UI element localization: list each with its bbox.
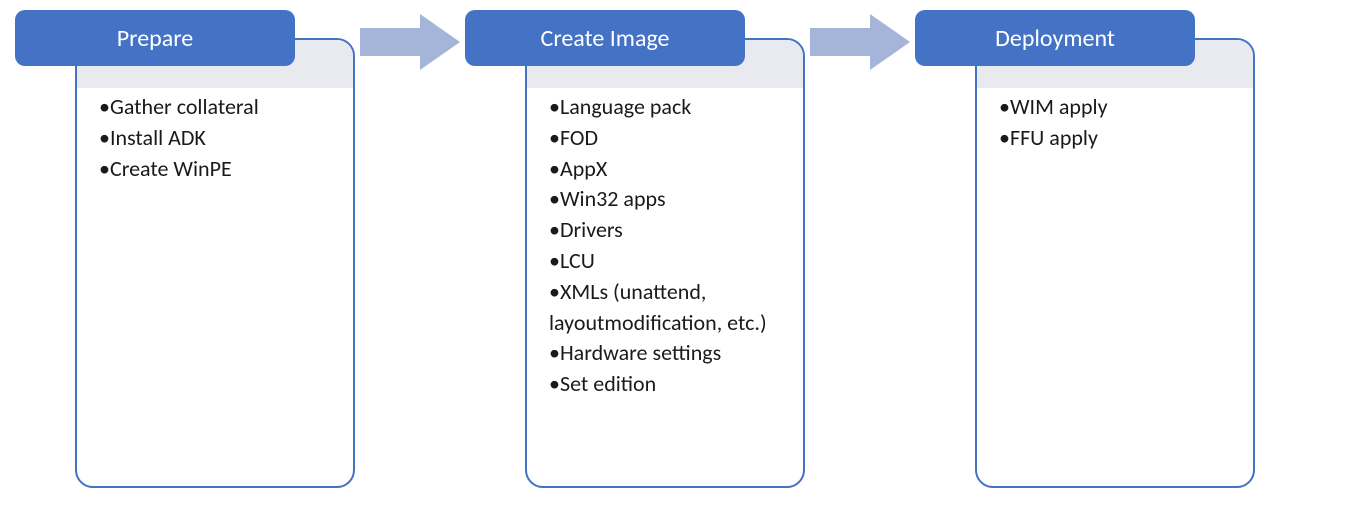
bullet-item: •FOD [549, 123, 793, 154]
bullet-item: •Install ADK [99, 123, 343, 154]
bullet-text: Set edition [560, 370, 656, 397]
arrow-icon [810, 14, 910, 70]
bullet-text: FOD [560, 124, 598, 151]
bullet-text: Hardware settings [560, 339, 721, 366]
bullet-item: •WIM apply [999, 92, 1243, 123]
bullet-item: •Gather collateral [99, 92, 343, 123]
bullet-text: FFU apply [1010, 124, 1098, 151]
bullet-item: •Create WinPE [99, 154, 343, 185]
bullet-item: •Hardware settings [549, 338, 793, 369]
bullet-item: •Win32 apps [549, 184, 793, 215]
stage-body: •Gather collateral •Install ADK •Create … [75, 38, 355, 488]
bullet-text: Create WinPE [110, 155, 232, 182]
stage-header: Prepare [15, 10, 295, 66]
bullet-text: XMLs (unattend, layoutmodification, etc.… [549, 278, 767, 336]
bullet-text: Gather collateral [110, 93, 259, 120]
bullet-item: •Set edition [549, 369, 793, 400]
bullet-text: Win32 apps [560, 185, 666, 212]
bullet-text: Install ADK [110, 124, 206, 151]
bullet-item: •FFU apply [999, 123, 1243, 154]
stage-header: Deployment [915, 10, 1195, 66]
bullet-item: •Language pack [549, 92, 793, 123]
stage-body: •Language pack •FOD •AppX •Win32 apps •D… [525, 38, 805, 488]
bullet-item: •XMLs (unattend, layoutmodification, etc… [549, 277, 793, 339]
stage-title: Create Image [541, 24, 670, 53]
bullet-item: •Drivers [549, 215, 793, 246]
bullet-item: •AppX [549, 154, 793, 185]
bullet-text: Drivers [560, 216, 623, 243]
stage-header: Create Image [465, 10, 745, 66]
stage-title: Prepare [117, 24, 194, 53]
bullet-text: AppX [560, 155, 607, 182]
arrow-icon [360, 14, 460, 70]
stage-title: Deployment [995, 24, 1115, 53]
bullet-text: LCU [560, 247, 595, 274]
bullet-text: Language pack [560, 93, 691, 120]
bullet-text: WIM apply [1010, 93, 1108, 120]
stage-body: •WIM apply •FFU apply [975, 38, 1255, 488]
bullet-item: •LCU [549, 246, 793, 277]
